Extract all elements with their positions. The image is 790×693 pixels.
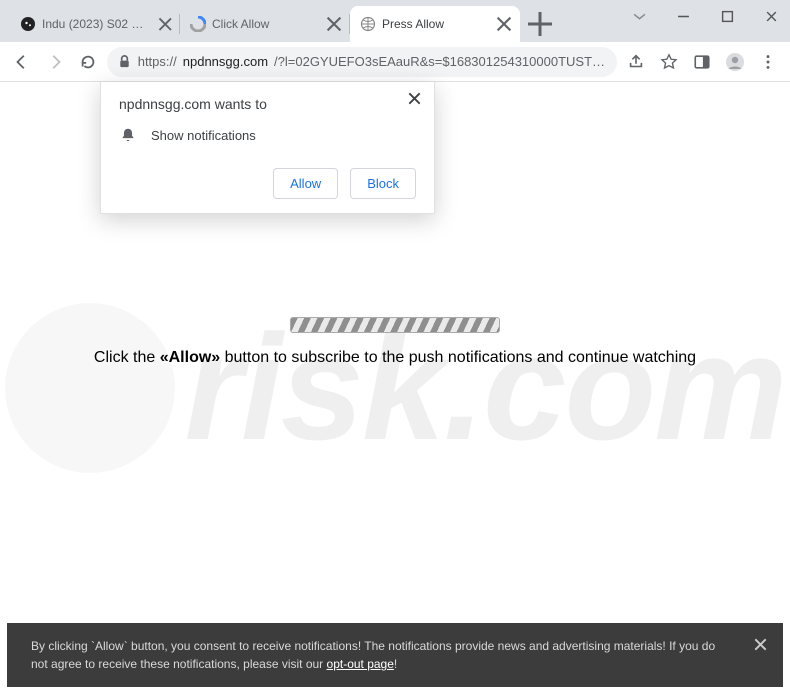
tab-close-icon[interactable] <box>496 16 512 32</box>
permission-dialog-close-icon[interactable] <box>404 88 424 108</box>
window-maximize-button[interactable] <box>716 5 738 27</box>
page-center-block: Click the «Allow» button to subscribe to… <box>0 317 790 367</box>
reload-button[interactable] <box>74 47 103 77</box>
favicon-globe-dark-icon <box>20 16 36 32</box>
push-msg-allow: «Allow» <box>160 349 220 366</box>
url-path: /?l=02GYUEFO3sEAauR&s=$168301254310000TU… <box>274 54 607 69</box>
kebab-menu-button[interactable] <box>753 47 782 77</box>
new-tab-button[interactable] <box>526 10 554 38</box>
block-button[interactable]: Block <box>350 168 416 199</box>
bookmark-star-button[interactable] <box>654 47 683 77</box>
tab-press-allow[interactable]: Press Allow <box>350 6 520 42</box>
lock-icon <box>117 54 132 69</box>
tab-label: Click Allow <box>212 17 320 31</box>
profile-avatar-button[interactable] <box>720 47 749 77</box>
tab-indu-2023[interactable]: Indu (2023) S02 Comp <box>10 6 180 42</box>
window-minimize-button[interactable] <box>672 5 694 27</box>
consent-line2-pre: agree to receive these notifications, pl… <box>51 657 326 671</box>
opt-out-link[interactable]: opt-out page <box>327 657 394 671</box>
address-bar[interactable]: https:// npdnnsgg.com /?l=02GYUEFO3sEAauR&… <box>107 47 618 77</box>
spinner-icon <box>290 317 500 333</box>
forward-button[interactable] <box>41 47 70 77</box>
window-titlebar: Indu (2023) S02 Comp Click Allow Press A… <box>0 0 790 42</box>
consent-line2-post: ! <box>394 657 397 671</box>
tab-label: Press Allow <box>382 17 490 31</box>
permission-dialog-row: Show notifications <box>119 126 416 144</box>
favicon-recaptcha-icon <box>190 16 206 32</box>
tab-close-icon[interactable] <box>326 16 342 32</box>
permission-dialog-actions: Allow Block <box>119 168 416 199</box>
window-close-button[interactable] <box>760 5 782 27</box>
consent-close-icon[interactable] <box>751 635 769 653</box>
back-button[interactable] <box>8 47 37 77</box>
tab-click-allow[interactable]: Click Allow <box>180 6 350 42</box>
page-viewport: risk.com Click the «Allow» button to sub… <box>0 82 790 693</box>
tab-label: Indu (2023) S02 Comp <box>42 17 152 31</box>
side-panel-button[interactable] <box>687 47 716 77</box>
bell-icon <box>119 126 137 144</box>
allow-button[interactable]: Allow <box>273 168 338 199</box>
push-msg-prefix: Click the <box>94 349 160 366</box>
share-button[interactable] <box>621 47 650 77</box>
url-host: npdnnsgg.com <box>183 54 268 69</box>
push-msg-suffix: button to subscribe to the push notifica… <box>220 349 696 366</box>
url-scheme: https:// <box>138 54 177 69</box>
notification-permission-dialog: npdnnsgg.com wants to Show notifications… <box>100 82 435 214</box>
tabstrip: Indu (2023) S02 Comp Click Allow Press A… <box>0 4 640 42</box>
tab-close-icon[interactable] <box>158 16 172 32</box>
favicon-globe-light-icon <box>360 16 376 32</box>
permission-dialog-label: Show notifications <box>151 128 256 143</box>
browser-toolbar: https:// npdnnsgg.com /?l=02GYUEFO3sEAauR&… <box>0 42 790 82</box>
permission-dialog-origin: npdnnsgg.com wants to <box>119 96 416 112</box>
window-caption-buttons <box>628 0 790 32</box>
consent-bar: By clicking `Allow` button, you consent … <box>7 623 783 687</box>
push-notification-message: Click the «Allow» button to subscribe to… <box>0 349 790 367</box>
